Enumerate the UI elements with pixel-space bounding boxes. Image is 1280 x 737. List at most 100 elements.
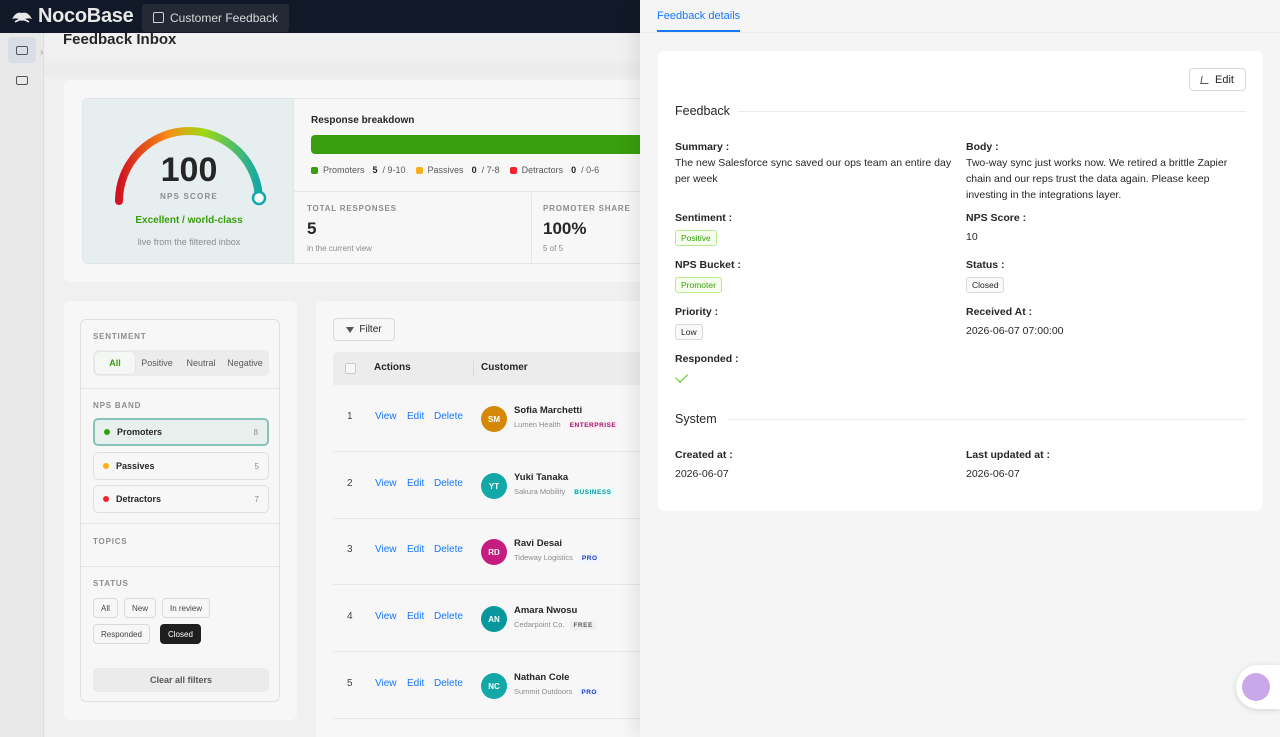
delete-link[interactable]: Delete (434, 611, 463, 622)
tab-customer-feedback[interactable]: Customer Feedback (142, 3, 290, 32)
breakdown-title: Response breakdown (311, 115, 415, 126)
band-promoters[interactable]: Promoters 8 (93, 418, 269, 446)
divider (294, 191, 640, 192)
status-closed[interactable]: Closed (160, 624, 201, 644)
app-logo[interactable]: NocoBase (0, 5, 142, 28)
legend-promoters: Promoters 5/ 9-10 (311, 165, 406, 175)
filter-panel: SENTIMENT All Positive Neutral Negative … (80, 319, 280, 702)
header-band (44, 63, 640, 77)
edit-link[interactable]: Edit (407, 678, 424, 689)
rail-item-archive[interactable] (8, 67, 36, 93)
body-label: Body : (966, 141, 999, 153)
edit-link[interactable]: Edit (407, 611, 424, 622)
view-link[interactable]: View (375, 611, 397, 622)
filter-button[interactable]: Filter (333, 318, 395, 341)
summary-label: Summary : (675, 141, 730, 153)
sentiment-negative[interactable]: Negative (223, 352, 267, 374)
priority-tag: Low (675, 324, 703, 340)
logo-text: NocoBase (38, 5, 134, 27)
tier-badge: ENTERPRISE (566, 421, 620, 430)
status-tag: Closed (966, 277, 1005, 293)
customer-name: Yuki Tanaka (514, 472, 569, 483)
select-all-checkbox[interactable] (345, 363, 356, 374)
table-row: 2 View Edit Delete YT Yuki Tanaka Sakura… (333, 453, 640, 519)
sentiment-all[interactable]: All (95, 352, 135, 374)
archive-icon (16, 75, 28, 85)
sentiment-label: SENTIMENT (93, 332, 147, 341)
view-link[interactable]: View (375, 411, 397, 422)
stat-total-responses: TOTAL RESPONSES 5 in the current view (307, 204, 397, 253)
rail-item-inbox[interactable] (8, 37, 36, 63)
band-passives[interactable]: Passives 5 (93, 452, 269, 480)
breakdown-bar-promoters (311, 135, 640, 154)
legend-passives: Passives 0/ 7-8 (415, 165, 500, 175)
sentiment-positive[interactable]: Positive (135, 352, 179, 374)
edit-link[interactable]: Edit (407, 478, 424, 489)
nps-caption: NPS SCORE (160, 192, 218, 201)
status-new[interactable]: New (124, 598, 157, 618)
chat-icon (153, 12, 164, 23)
customer-company: Sakura Mobility BUSINESS (514, 487, 615, 497)
created-at-label: Created at : (675, 449, 733, 461)
nps-score-block: 100 NPS SCORE Excellent / world-class li… (82, 98, 294, 264)
divider (81, 388, 279, 389)
assistant-avatar-icon (1242, 673, 1270, 701)
responded-label: Responded : (675, 353, 739, 365)
customer-name: Sofia Marchetti (514, 405, 583, 416)
divider (531, 193, 532, 265)
view-link[interactable]: View (375, 478, 397, 489)
delete-link[interactable]: Delete (434, 478, 463, 489)
divider (728, 419, 1246, 420)
sentiment-neutral[interactable]: Neutral (179, 352, 223, 374)
customer-company: Tideway Logistics PRO (514, 553, 601, 563)
status-in-review[interactable]: In review (162, 598, 211, 618)
page-title: Feedback Inbox (63, 31, 177, 48)
avatar: YT (481, 473, 507, 499)
header-actions: Actions (374, 362, 411, 373)
customer-name: Nathan Cole (514, 672, 570, 683)
nps-bucket-tag: Promoter (675, 277, 722, 293)
nps-live-note: live from the filtered inbox (137, 237, 241, 247)
view-link[interactable]: View (375, 678, 397, 689)
tab-label: Customer Feedback (170, 10, 279, 25)
received-at-label: Received At : (966, 306, 1033, 318)
status-responded[interactable]: Responded (93, 624, 150, 644)
section-feedback-title: Feedback (675, 104, 730, 118)
view-link[interactable]: View (375, 544, 397, 555)
status-label: STATUS (93, 579, 129, 588)
clear-filters-button[interactable]: Clear all filters (93, 668, 269, 692)
table-row: 4 View Edit Delete AN Amara Nwosu Cedarp… (333, 586, 640, 652)
sentiment-segmented: All Positive Neutral Negative (93, 350, 269, 376)
table-row: 5 View Edit Delete NC Nathan Cole Summit… (333, 653, 640, 719)
delete-link[interactable]: Delete (434, 678, 463, 689)
avatar: NC (481, 673, 507, 699)
delete-link[interactable]: Delete (434, 411, 463, 422)
chevron-right-icon[interactable]: › (40, 47, 43, 58)
band-detractors[interactable]: Detractors 7 (93, 485, 269, 513)
header-customer[interactable]: Customer (481, 362, 528, 373)
edit-button[interactable]: Edit (1189, 68, 1246, 91)
ai-assistant-button[interactable] (1236, 665, 1280, 709)
status-label: Status : (966, 259, 1005, 271)
customer-company: Lumen Health ENTERPRISE (514, 420, 620, 430)
edit-link[interactable]: Edit (407, 411, 424, 422)
tab-feedback-details[interactable]: Feedback details (657, 10, 741, 32)
created-at-value: 2026-06-07 (675, 468, 729, 480)
last-updated-label: Last updated at : (966, 449, 1051, 461)
breakdown-legend: Promoters 5/ 9-10 Passives 0/ 7-8 Detracto… (311, 165, 599, 175)
body-value: Two-way sync just works now. We retired … (966, 157, 1228, 201)
feedback-details-drawer: Feedback details Edit Feedback Summary :… (640, 0, 1280, 737)
avatar: SM (481, 406, 507, 432)
response-breakdown: Response breakdown Promoters 5/ 9-10 Pass… (294, 98, 640, 265)
pencil-icon (1200, 75, 1210, 84)
divider (738, 111, 1246, 112)
nps-score-label: NPS Score : (966, 212, 1027, 224)
edit-link[interactable]: Edit (407, 544, 424, 555)
delete-link[interactable]: Delete (434, 544, 463, 555)
sentiment-tag: Positive (675, 230, 717, 246)
avatar: RD (481, 539, 507, 565)
status-all[interactable]: All (93, 598, 118, 618)
divider (473, 361, 474, 376)
summary-value: The new Salesforce sync saved our ops te… (675, 157, 952, 185)
legend-detractors: Detractors 0/ 0-6 (509, 165, 599, 175)
